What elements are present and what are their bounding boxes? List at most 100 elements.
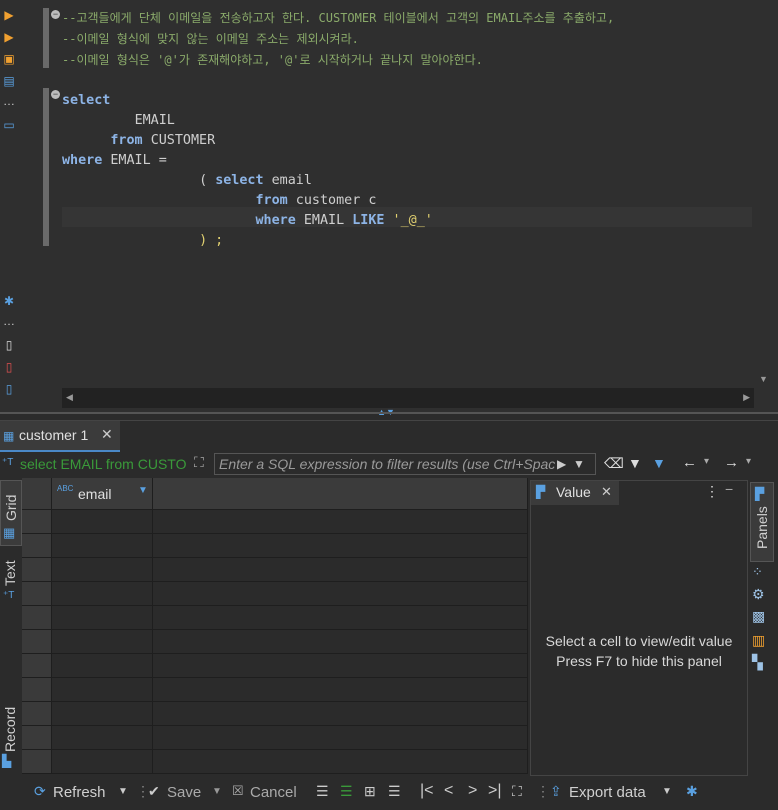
side-tab-text[interactable]: Text ⁺T — [0, 552, 20, 608]
subquery-open: ( — [199, 173, 216, 188]
value-hint-line-1: Select a cell to view/edit value — [545, 633, 733, 649]
add-row-icon[interactable]: ☰ — [340, 783, 353, 800]
calc-icon[interactable]: ⚙ — [752, 586, 765, 603]
filter-icon[interactable]: ▼ — [628, 455, 642, 471]
execute-script-icon[interactable]: ▣ — [2, 52, 16, 66]
row-number-cell[interactable] — [22, 702, 52, 726]
row-number-cell[interactable] — [22, 558, 52, 582]
forward-dropdown-icon[interactable]: ▾ — [746, 456, 751, 467]
row-number-cell[interactable] — [22, 678, 52, 702]
sort-icon[interactable]: ▼ — [138, 485, 148, 496]
execute-new-tab-icon[interactable]: ▶ — [2, 30, 16, 44]
edit-row-icon[interactable]: ☰ — [316, 783, 329, 800]
references-icon[interactable]: ▚ — [752, 654, 763, 671]
row-number-cell[interactable] — [22, 606, 52, 630]
copy-row-icon[interactable]: ⊞ — [364, 783, 376, 800]
filter-active-icon[interactable]: ▼ — [652, 455, 666, 471]
first-page-icon[interactable]: |< — [420, 782, 434, 800]
empty-filler-cell — [153, 726, 528, 750]
panels-label: Panels — [754, 506, 770, 549]
back-dropdown-icon[interactable]: ▾ — [704, 456, 709, 467]
text-type-icon: ABC — [57, 484, 74, 493]
chart-icon[interactable]: ▥ — [752, 632, 765, 649]
export-data-button[interactable]: Export data — [569, 784, 646, 801]
explain-plan-icon[interactable]: ▤ — [2, 74, 16, 88]
minimize-icon[interactable]: − — [725, 481, 733, 497]
side-tab-grid[interactable]: Grid ▦ — [0, 480, 22, 546]
empty-email-cell[interactable] — [52, 678, 153, 702]
new-script-icon[interactable]: ▯ — [2, 338, 16, 352]
prev-page-icon[interactable]: < — [444, 782, 453, 800]
expand-filter-icon[interactable]: ⛶ — [194, 454, 204, 471]
results-grid[interactable]: ABC email ▼ — [22, 478, 528, 775]
console-icon[interactable]: ▭ — [2, 118, 16, 132]
eraser-icon[interactable]: ⌫ — [604, 455, 624, 472]
panel-splitter[interactable] — [0, 412, 778, 414]
editor-horizontal-scrollbar[interactable]: ◀ ▶ — [62, 388, 754, 408]
grid-corner[interactable] — [22, 478, 52, 510]
empty-email-cell[interactable] — [52, 654, 153, 678]
row-number-cell[interactable] — [22, 750, 52, 774]
next-page-icon[interactable]: > — [468, 782, 477, 800]
fold-toggle-icon[interactable]: − — [51, 10, 60, 19]
column-header-email[interactable]: ABC email ▼ — [52, 478, 153, 510]
value-tab[interactable]: ▛ Value ✕ — [531, 481, 619, 505]
code-text[interactable]: --고객들에게 단체 이메일을 전송하고자 한다. CUSTOMER 테이블에서… — [62, 8, 614, 251]
row-number-cell[interactable] — [22, 534, 52, 558]
panels-tab[interactable]: ▛ Panels — [750, 482, 774, 562]
scroll-left-icon[interactable]: ◀ — [66, 392, 73, 403]
empty-email-cell[interactable] — [52, 534, 153, 558]
execute-statement-icon[interactable]: ▶ — [2, 8, 16, 22]
close-tab-icon[interactable]: ✕ — [101, 426, 113, 443]
filter-history-icon[interactable]: ▼ — [573, 457, 585, 471]
empty-email-cell[interactable] — [52, 750, 153, 774]
save-button[interactable]: Save — [167, 784, 201, 801]
delete-row-icon[interactable]: ☰ — [388, 783, 401, 800]
filter-input[interactable]: Enter a SQL expression to filter results… — [214, 453, 596, 475]
more-icon[interactable]: … — [2, 94, 16, 108]
close-value-icon[interactable]: ✕ — [601, 484, 612, 500]
grid-settings-icon[interactable]: ✱ — [686, 783, 698, 800]
empty-email-cell[interactable] — [52, 558, 153, 582]
panel-menu-icon[interactable]: ⋮ — [705, 483, 719, 500]
table-customer: CUSTOMER — [150, 133, 216, 148]
delete-script-icon[interactable]: ▯ — [2, 360, 16, 374]
empty-email-cell[interactable] — [52, 630, 153, 654]
empty-email-cell[interactable] — [52, 510, 153, 534]
text-icon: ⁺T — [3, 590, 15, 601]
back-arrow-icon[interactable]: ← — [682, 454, 697, 471]
row-number-cell[interactable] — [22, 726, 52, 750]
side-tab-record[interactable]: Record ▙ — [0, 700, 20, 772]
filter-sql-text[interactable]: select EMAIL from CUSTO — [20, 456, 188, 472]
tab-customer-1[interactable]: ▦ customer 1 ✕ — [0, 421, 120, 452]
more-icon-2[interactable]: … — [2, 314, 16, 328]
empty-email-cell[interactable] — [52, 582, 153, 606]
separator-icon-2: ⋮ — [536, 783, 550, 799]
open-script-icon[interactable]: ▯ — [2, 382, 16, 396]
refresh-dropdown-icon[interactable]: ▼ — [118, 786, 128, 797]
last-page-icon[interactable]: >| — [488, 782, 502, 800]
empty-email-cell[interactable] — [52, 702, 153, 726]
scroll-down-icon[interactable]: ▼ — [759, 374, 768, 384]
fetch-all-icon[interactable]: ⛶ — [512, 783, 522, 800]
empty-email-cell[interactable] — [52, 726, 153, 750]
refresh-button[interactable]: Refresh — [53, 784, 106, 801]
row-number-cell[interactable] — [22, 630, 52, 654]
save-dropdown-icon[interactable]: ▼ — [212, 786, 222, 797]
tab-label: customer 1 — [19, 427, 89, 443]
metadata-icon[interactable]: ⁘ — [752, 564, 763, 580]
row-number-cell[interactable] — [22, 582, 52, 606]
fold-toggle-icon-2[interactable]: − — [51, 90, 60, 99]
filter-placeholder: Enter a SQL expression to filter results… — [219, 456, 555, 472]
row-number-cell[interactable] — [22, 654, 52, 678]
row-number-cell[interactable] — [22, 510, 52, 534]
settings-gear-icon[interactable]: ✱ — [2, 294, 16, 308]
forward-arrow-icon[interactable]: → — [724, 454, 739, 471]
editor-vertical-scrollbar[interactable]: ▼ — [756, 8, 770, 386]
filter-apply-icon[interactable]: ▶ — [557, 457, 566, 471]
grouping-icon[interactable]: ▩ — [752, 608, 765, 625]
export-dropdown-icon[interactable]: ▼ — [662, 786, 672, 797]
scroll-right-icon[interactable]: ▶ — [743, 392, 750, 403]
empty-email-cell[interactable] — [52, 606, 153, 630]
cancel-button[interactable]: Cancel — [250, 784, 297, 801]
